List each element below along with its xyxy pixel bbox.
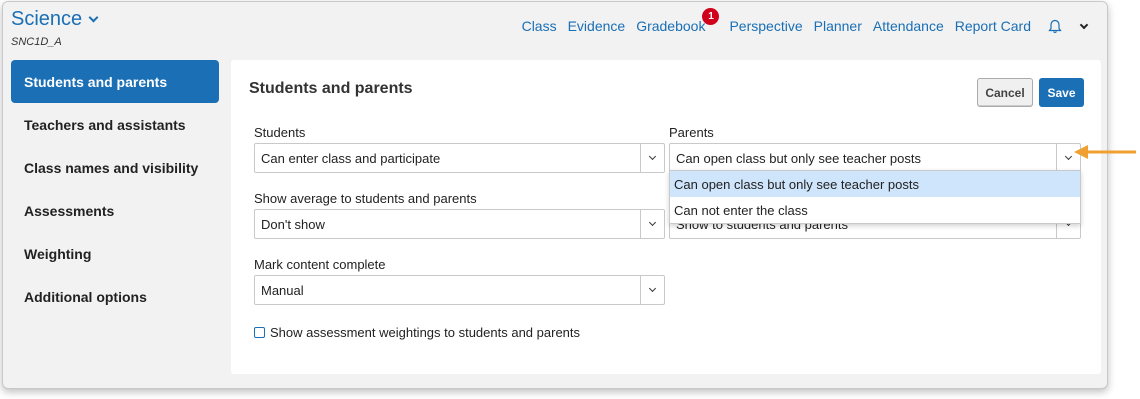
parents-select[interactable]: Can open class but only see teacher post… <box>669 143 1081 173</box>
mark-complete-label: Mark content complete <box>254 257 386 272</box>
nav-report-card[interactable]: Report Card <box>955 18 1031 34</box>
settings-sidebar: Students and parents Teachers and assist… <box>11 60 219 318</box>
nav-evidence[interactable]: Evidence <box>568 18 626 34</box>
parents-dropdown-list: Can open class but only see teacher post… <box>669 170 1081 224</box>
top-bar: Science SNC1D_A Class Evidence Gradebook… <box>3 2 1107 52</box>
main-nav: Class Evidence Gradebook 1 Perspective P… <box>522 8 1089 34</box>
weightings-checkbox-label: Show assessment weightings to students a… <box>270 325 581 340</box>
nav-attendance[interactable]: Attendance <box>873 18 944 34</box>
sidebar-item-students-and-parents[interactable]: Students and parents <box>11 60 219 103</box>
sidebar-item-weighting[interactable]: Weighting <box>11 232 219 275</box>
dropdown-option[interactable]: Can not enter the class <box>670 197 1080 223</box>
cancel-button[interactable]: Cancel <box>977 78 1033 107</box>
show-average-label: Show average to students and parents <box>254 191 477 206</box>
show-average-select-value: Don't show <box>261 216 325 232</box>
chevron-down-icon <box>640 276 664 304</box>
parents-label: Parents <box>669 125 714 140</box>
sidebar-item-additional-options[interactable]: Additional options <box>11 275 219 318</box>
chevron-down-icon <box>88 12 99 23</box>
course-title: Science <box>11 8 83 30</box>
sidebar-item-class-names-and-visibility[interactable]: Class names and visibility <box>11 146 219 189</box>
nav-planner[interactable]: Planner <box>814 18 862 34</box>
settings-panel: Students and parents Cancel Save Student… <box>231 60 1101 374</box>
course-code: SNC1D_A <box>11 36 62 48</box>
weightings-checkbox[interactable] <box>254 327 265 338</box>
sidebar-item-assessments[interactable]: Assessments <box>11 189 219 232</box>
chevron-down-icon <box>640 210 664 238</box>
weightings-checkbox-row[interactable]: Show assessment weightings to students a… <box>254 325 580 340</box>
students-select[interactable]: Can enter class and participate <box>254 143 665 173</box>
user-menu-chevron-icon[interactable] <box>1079 20 1089 29</box>
mark-complete-select[interactable]: Manual <box>254 275 665 305</box>
panel-title: Students and parents <box>249 80 413 97</box>
show-average-select[interactable]: Don't show <box>254 209 665 239</box>
nav-perspective[interactable]: Perspective <box>729 18 802 34</box>
nav-class[interactable]: Class <box>522 18 557 34</box>
parents-select-value: Can open class but only see teacher post… <box>676 150 921 166</box>
app-window: Science SNC1D_A Class Evidence Gradebook… <box>2 1 1108 389</box>
course-switcher[interactable]: Science <box>11 8 99 31</box>
mark-complete-select-value: Manual <box>261 282 304 298</box>
notification-badge: 1 <box>702 8 720 25</box>
sidebar-item-teachers-and-assistants[interactable]: Teachers and assistants <box>11 103 219 146</box>
chevron-down-icon <box>640 144 664 172</box>
callout-arrow-icon <box>1074 145 1136 159</box>
dropdown-option[interactable]: Can open class but only see teacher post… <box>670 171 1080 197</box>
nav-gradebook-label: Gradebook <box>636 18 706 34</box>
save-button[interactable]: Save <box>1039 78 1084 107</box>
students-label: Students <box>254 125 306 140</box>
bell-icon[interactable] <box>1048 19 1062 34</box>
nav-gradebook[interactable]: Gradebook 1 <box>636 8 720 34</box>
students-select-value: Can enter class and participate <box>261 150 441 166</box>
